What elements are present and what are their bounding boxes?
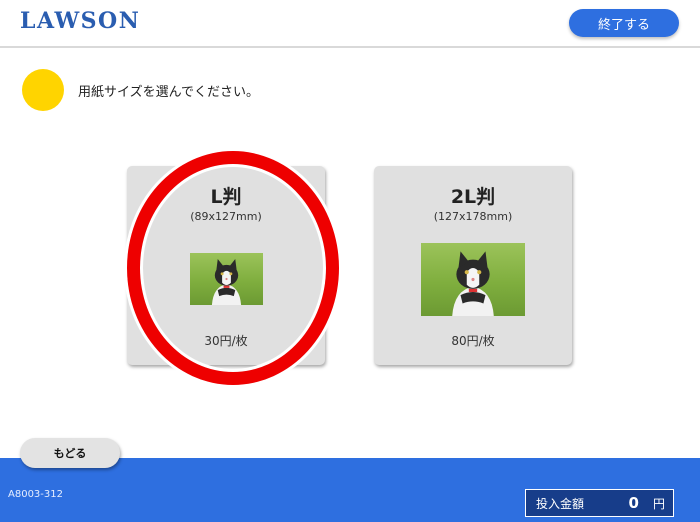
paper-size-option-l[interactable]: L判 (89x127mm) 30円/枚 bbox=[127, 166, 325, 365]
paper-size-option-2l[interactable]: 2L判 (127x178mm) 80円/枚 bbox=[374, 166, 572, 365]
instruction-text: 用紙サイズを選んでください。 bbox=[78, 85, 259, 100]
option-title: 2L判 bbox=[450, 186, 496, 208]
step-indicator-dot bbox=[22, 69, 64, 111]
end-button[interactable]: 終了する bbox=[569, 9, 679, 37]
header-bar: LAWSON 終了する bbox=[0, 0, 700, 48]
option-title: L判 bbox=[210, 186, 242, 208]
option-dimensions: (89x127mm) bbox=[190, 210, 262, 223]
option-dimensions: (127x178mm) bbox=[433, 210, 513, 223]
option-price: 30円/枚 bbox=[204, 334, 248, 348]
inserted-amount-box: 投入金額 0 円 bbox=[525, 489, 674, 517]
inserted-amount-label: 投入金額 bbox=[536, 496, 585, 511]
option-price: 80円/枚 bbox=[451, 334, 495, 348]
cat-photo-icon bbox=[421, 243, 525, 316]
back-button[interactable]: もどる bbox=[20, 438, 120, 468]
lawson-logo: LAWSON bbox=[20, 8, 141, 34]
screen-code: A8003-312 bbox=[8, 489, 63, 500]
inserted-amount-value: 0 bbox=[628, 494, 639, 512]
cat-photo-icon bbox=[190, 253, 263, 305]
currency-unit: 円 bbox=[652, 496, 665, 511]
